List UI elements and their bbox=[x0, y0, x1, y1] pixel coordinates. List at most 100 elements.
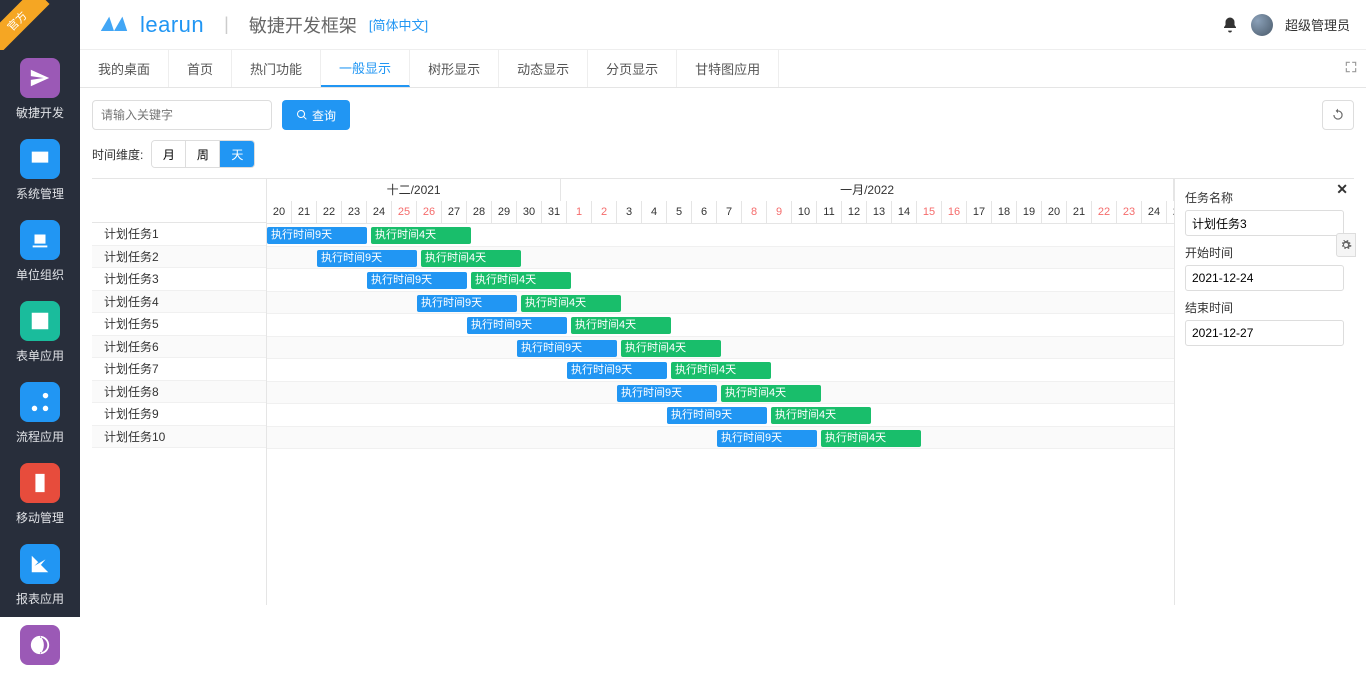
tab-4[interactable]: 树形显示 bbox=[410, 50, 499, 87]
gantt-day: 4 bbox=[642, 201, 667, 223]
sidebar-item-7[interactable] bbox=[16, 617, 64, 681]
task-name-cell[interactable]: 计划任务8 bbox=[92, 381, 266, 404]
gantt-bar-primary[interactable]: 执行时间9天 bbox=[667, 407, 767, 424]
gantt-bar-secondary[interactable]: 执行时间4天 bbox=[821, 430, 921, 447]
task-name-field[interactable] bbox=[1185, 210, 1344, 236]
start-time-label: 开始时间 bbox=[1185, 244, 1344, 261]
gantt-day: 26 bbox=[417, 201, 442, 223]
logo-icon bbox=[96, 14, 132, 36]
avatar[interactable] bbox=[1251, 14, 1273, 36]
gantt-row: 执行时间9天执行时间4天 bbox=[267, 404, 1174, 427]
gantt-day: 22 bbox=[1092, 201, 1117, 223]
logo-subtitle: 敏捷开发框架 bbox=[249, 12, 357, 38]
time-dim-label: 时间维度: bbox=[92, 146, 143, 163]
gantt-bar-secondary[interactable]: 执行时间4天 bbox=[671, 362, 771, 379]
gantt-row: 执行时间9天执行时间4天 bbox=[267, 359, 1174, 382]
gantt-bar-secondary[interactable]: 执行时间4天 bbox=[371, 227, 471, 244]
sidebar-item-5[interactable]: 移动管理 bbox=[16, 455, 64, 536]
gantt-day: 8 bbox=[742, 201, 767, 223]
sidebar-item-1[interactable]: 系统管理 bbox=[16, 131, 64, 212]
task-name-cell[interactable]: 计划任务4 bbox=[92, 291, 266, 314]
refresh-icon bbox=[1331, 108, 1345, 122]
gantt-bar-primary[interactable]: 执行时间9天 bbox=[567, 362, 667, 379]
toolbar: 查询 bbox=[92, 100, 1354, 130]
gantt-day: 3 bbox=[617, 201, 642, 223]
tab-0[interactable]: 我的桌面 bbox=[80, 50, 169, 87]
gantt-day: 24 bbox=[367, 201, 392, 223]
gantt-row: 执行时间9天执行时间4天 bbox=[267, 314, 1174, 337]
gantt-bar-primary[interactable]: 执行时间9天 bbox=[317, 250, 417, 267]
gantt-day: 20 bbox=[267, 201, 292, 223]
gantt-bar-secondary[interactable]: 执行时间4天 bbox=[621, 340, 721, 357]
sidebar-item-6[interactable]: 报表应用 bbox=[16, 536, 64, 617]
tab-bar: 我的桌面首页热门功能一般显示树形显示动态显示分页显示甘特图应用 bbox=[80, 50, 1366, 88]
tab-2[interactable]: 热门功能 bbox=[232, 50, 321, 87]
gantt-month: 十二/2021 bbox=[267, 179, 561, 201]
gantt-row: 执行时间9天执行时间4天 bbox=[267, 427, 1174, 450]
task-name-cell[interactable]: 计划任务5 bbox=[92, 313, 266, 336]
gantt-day: 24 bbox=[1142, 201, 1167, 223]
gantt-day: 27 bbox=[442, 201, 467, 223]
topbar: learun | 敏捷开发框架 [简体中文] 超级管理员 bbox=[80, 0, 1366, 50]
sidebar-item-3[interactable]: 表单应用 bbox=[16, 293, 64, 374]
gantt-day: 16 bbox=[942, 201, 967, 223]
gantt-day: 19 bbox=[1017, 201, 1042, 223]
gantt-day: 14 bbox=[892, 201, 917, 223]
gantt-bar-secondary[interactable]: 执行时间4天 bbox=[521, 295, 621, 312]
tab-6[interactable]: 分页显示 bbox=[588, 50, 677, 87]
task-name-cell[interactable]: 计划任务3 bbox=[92, 268, 266, 291]
gantt-bar-secondary[interactable]: 执行时间4天 bbox=[571, 317, 671, 334]
gantt-bar-primary[interactable]: 执行时间9天 bbox=[717, 430, 817, 447]
gantt-bar-primary[interactable]: 执行时间9天 bbox=[367, 272, 467, 289]
sidebar-item-4[interactable]: 流程应用 bbox=[16, 374, 64, 455]
gantt-bar-secondary[interactable]: 执行时间4天 bbox=[721, 385, 821, 402]
gantt-bar-secondary[interactable]: 执行时间4天 bbox=[421, 250, 521, 267]
close-icon[interactable]: ✕ bbox=[1336, 181, 1348, 198]
end-time-field[interactable] bbox=[1185, 320, 1344, 346]
user-name[interactable]: 超级管理员 bbox=[1285, 15, 1350, 34]
task-name-cell[interactable]: 计划任务1 bbox=[92, 223, 266, 246]
tab-7[interactable]: 甘特图应用 bbox=[677, 50, 779, 87]
task-name-cell[interactable]: 计划任务2 bbox=[92, 246, 266, 269]
gantt-day: 20 bbox=[1042, 201, 1067, 223]
search-input[interactable] bbox=[92, 100, 272, 130]
tab-3[interactable]: 一般显示 bbox=[321, 50, 410, 87]
gantt-day: 10 bbox=[792, 201, 817, 223]
gantt-day: 18 bbox=[992, 201, 1017, 223]
gantt-day: 12 bbox=[842, 201, 867, 223]
expand-icon[interactable] bbox=[1344, 60, 1358, 74]
sidebar-item-0[interactable]: 敏捷开发 bbox=[16, 50, 64, 131]
detail-panel: ✕ 任务名称 开始时间 结束时间 bbox=[1174, 179, 1354, 605]
sidebar-item-2[interactable]: 单位组织 bbox=[16, 212, 64, 293]
gantt-bar-primary[interactable]: 执行时间9天 bbox=[417, 295, 517, 312]
time-dim-周[interactable]: 周 bbox=[186, 141, 220, 167]
task-name-cell[interactable]: 计划任务6 bbox=[92, 336, 266, 359]
gantt-bar-secondary[interactable]: 执行时间4天 bbox=[471, 272, 571, 289]
time-dim-月[interactable]: 月 bbox=[152, 141, 186, 167]
gantt-day: 11 bbox=[817, 201, 842, 223]
gantt-day: 15 bbox=[917, 201, 942, 223]
bell-icon[interactable] bbox=[1221, 16, 1239, 34]
logo-text: learun bbox=[140, 12, 204, 38]
start-time-field[interactable] bbox=[1185, 265, 1344, 291]
gantt-day: 29 bbox=[492, 201, 517, 223]
gear-icon[interactable] bbox=[1336, 233, 1356, 257]
task-name-cell[interactable]: 计划任务9 bbox=[92, 403, 266, 426]
search-button[interactable]: 查询 bbox=[282, 100, 350, 130]
gantt-day: 25 bbox=[392, 201, 417, 223]
tab-1[interactable]: 首页 bbox=[169, 50, 232, 87]
language-switch[interactable]: [简体中文] bbox=[369, 15, 428, 34]
time-dim-天[interactable]: 天 bbox=[220, 141, 254, 167]
gantt-bar-primary[interactable]: 执行时间9天 bbox=[617, 385, 717, 402]
gantt-day: 5 bbox=[667, 201, 692, 223]
task-name-cell[interactable]: 计划任务10 bbox=[92, 426, 266, 449]
gantt-day: 13 bbox=[867, 201, 892, 223]
gantt-bar-primary[interactable]: 执行时间9天 bbox=[267, 227, 367, 244]
gantt-day: 30 bbox=[517, 201, 542, 223]
refresh-button[interactable] bbox=[1322, 100, 1354, 130]
gantt-bar-primary[interactable]: 执行时间9天 bbox=[467, 317, 567, 334]
gantt-bar-primary[interactable]: 执行时间9天 bbox=[517, 340, 617, 357]
task-name-cell[interactable]: 计划任务7 bbox=[92, 358, 266, 381]
tab-5[interactable]: 动态显示 bbox=[499, 50, 588, 87]
gantt-bar-secondary[interactable]: 执行时间4天 bbox=[771, 407, 871, 424]
